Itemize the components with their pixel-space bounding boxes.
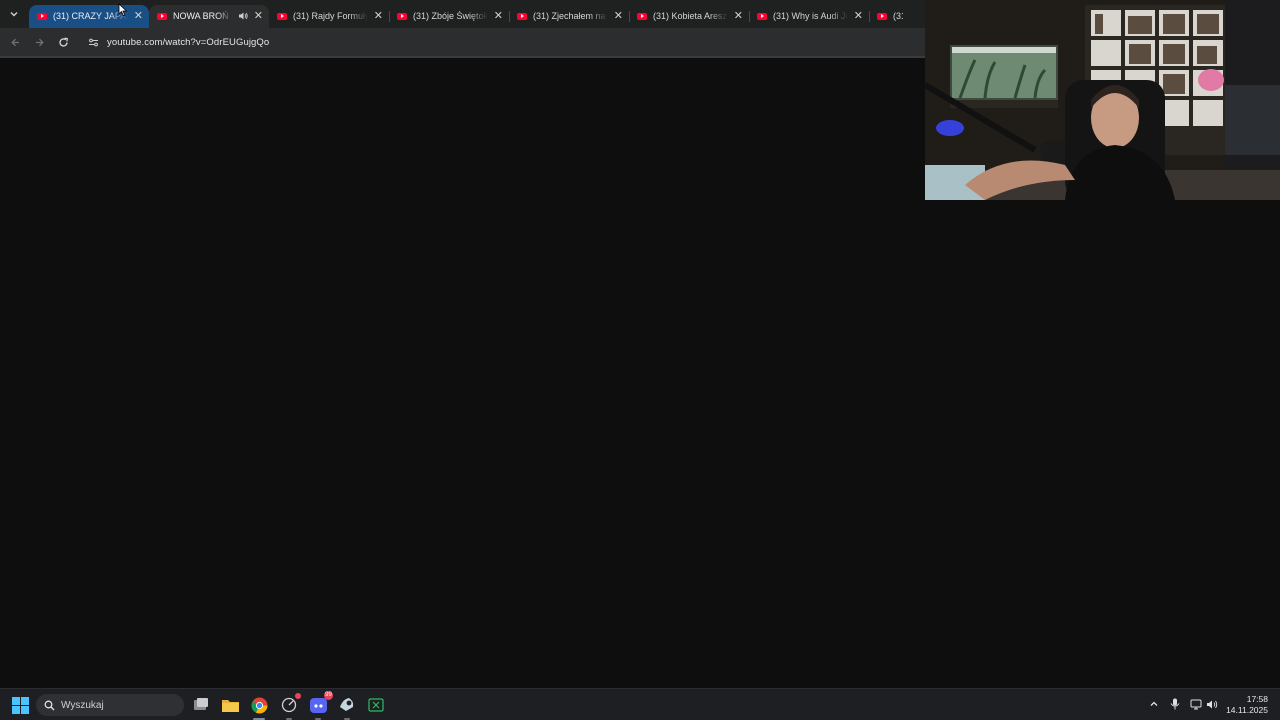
tab-crazy-japanese[interactable]: (31) CRAZY JAPANESE ✕ — [29, 4, 149, 28]
file-explorer-button[interactable] — [220, 695, 240, 715]
windows-taskbar: Wyszukaj 99 17:58 14.11.2025 — [0, 688, 1280, 720]
microphone-button[interactable] — [1168, 697, 1182, 711]
system-clock[interactable]: 17:58 14.11.2025 — [1226, 694, 1268, 716]
tab-title: (31) Zjechałem na narty — [533, 11, 608, 21]
tab-title: (31) Rajdy Formuły Polskiej — [293, 11, 368, 21]
tab-title: (31) Kobieta Aresztowana — [653, 11, 728, 21]
tab-search-button[interactable] — [3, 3, 25, 25]
back-button[interactable] — [6, 33, 24, 51]
page-content — [0, 58, 925, 688]
arrow-left-icon — [10, 38, 19, 46]
screen: (31) CRAZY JAPANESE ✕ NOWA BROŃ TRAILER … — [0, 0, 1280, 720]
reload-button[interactable] — [54, 33, 72, 51]
reload-icon — [58, 37, 68, 47]
notification-dot — [295, 693, 301, 699]
clock-time: 17:58 — [1246, 694, 1268, 704]
tab-strip: (31) CRAZY JAPANESE ✕ NOWA BROŃ TRAILER … — [0, 0, 925, 28]
youtube-icon — [277, 12, 287, 20]
youtube-icon — [157, 12, 167, 20]
tab-audi[interactable]: (31) Why is Audi Joining F1 ✕ — [749, 5, 869, 28]
webcam-feed-image — [925, 0, 1280, 200]
close-icon[interactable]: ✕ — [374, 10, 383, 22]
youtube-icon — [37, 12, 47, 20]
youtube-icon — [397, 12, 407, 20]
xbox-icon — [368, 698, 384, 712]
microphone-icon — [1170, 698, 1180, 710]
tab-title: (31) Zbóje Świętokrzyskie — [413, 11, 488, 21]
speaker-icon[interactable] — [238, 11, 248, 21]
youtube-icon — [877, 12, 887, 20]
close-icon[interactable]: ✕ — [614, 10, 623, 22]
task-view-icon — [194, 698, 208, 710]
network-icon — [1190, 699, 1202, 709]
close-icon[interactable]: ✕ — [734, 10, 743, 22]
youtube-icon — [517, 12, 527, 20]
close-icon[interactable]: ✕ — [854, 10, 863, 22]
xbox-button[interactable] — [366, 695, 386, 715]
recorder-icon — [281, 697, 297, 713]
mouse-cursor-icon — [118, 3, 128, 17]
webcam-overlay — [925, 0, 1280, 200]
steam-button[interactable] — [337, 695, 357, 715]
chevron-up-icon — [1150, 701, 1158, 706]
tray-overflow-button[interactable] — [1147, 697, 1161, 711]
discord-icon — [309, 697, 327, 713]
app-button-recorder[interactable] — [279, 693, 301, 715]
network-button[interactable] — [1189, 697, 1203, 711]
close-icon[interactable]: ✕ — [134, 10, 143, 22]
address-bar[interactable]: youtube.com/watch?v=OdrEUGujgQo — [82, 31, 902, 53]
tab-title: (31) Why is Audi Joining F1 — [773, 11, 848, 21]
chevron-down-icon — [10, 12, 18, 17]
site-settings-icon[interactable] — [88, 37, 99, 48]
url-text: youtube.com/watch?v=OdrEUGujgQo — [107, 36, 270, 48]
tab-rajdy[interactable]: (31) Rajdy Formuły Polskiej ✕ — [269, 5, 389, 28]
speaker-icon — [1207, 700, 1218, 708]
tab-kobieta[interactable]: (31) Kobieta Aresztowana ✕ — [629, 5, 749, 28]
close-icon[interactable]: ✕ — [254, 10, 263, 22]
tab-title: NOWA BROŃ TRAILER — [173, 11, 232, 21]
chrome-icon — [251, 697, 267, 713]
youtube-icon — [757, 12, 767, 20]
tab-title: (31) CRAZY JAPANESE — [53, 11, 128, 21]
discord-button[interactable]: 99 — [308, 691, 333, 715]
folder-icon — [221, 700, 239, 712]
volume-button[interactable] — [1205, 697, 1219, 711]
chrome-button[interactable] — [249, 695, 269, 715]
browser-toolbar: youtube.com/watch?v=OdrEUGujgQo — [0, 28, 925, 56]
tab-title: (31) — [893, 11, 903, 21]
youtube-icon — [637, 12, 647, 20]
search-placeholder: Wyszukaj — [61, 699, 104, 711]
taskbar-search[interactable]: Wyszukaj — [36, 694, 184, 716]
task-view-button[interactable] — [191, 695, 211, 715]
clock-date: 14.11.2025 — [1226, 705, 1268, 715]
windows-start-icon[interactable] — [12, 697, 29, 714]
close-icon[interactable]: ✕ — [494, 10, 503, 22]
tab-zjechalem[interactable]: (31) Zjechałem na narty ✕ — [509, 5, 629, 28]
discord-badge: 99 — [324, 691, 333, 700]
tab-overflow[interactable]: (31) — [869, 5, 909, 28]
tab-zboje[interactable]: (31) Zbóje Świętokrzyskie ✕ — [389, 5, 509, 28]
search-icon — [44, 700, 55, 710]
arrow-right-icon — [35, 38, 44, 46]
steam-icon — [340, 698, 354, 711]
forward-button[interactable] — [30, 33, 48, 51]
tab-nowa-bron[interactable]: NOWA BROŃ TRAILER ✕ — [149, 4, 269, 28]
